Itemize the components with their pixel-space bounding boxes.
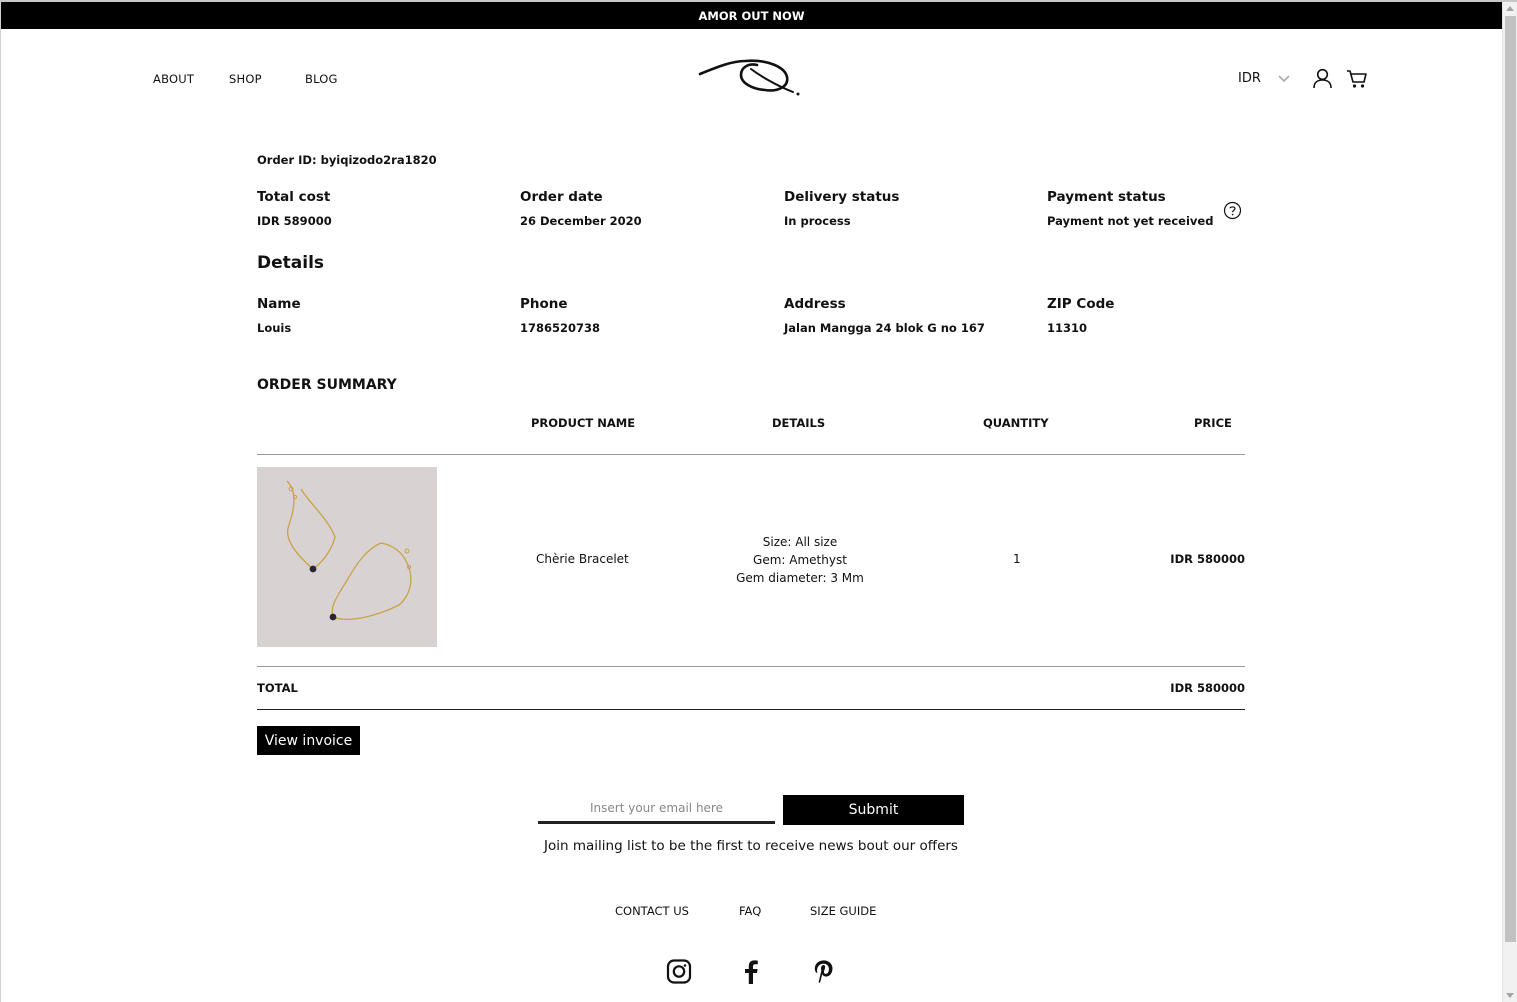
order-date-label: Order date — [520, 189, 603, 205]
product-price: IDR 580000 — [1170, 552, 1245, 566]
detail-gem-diameter: Gem diameter: 3 Mm — [736, 571, 864, 585]
column-header-quantity: QUANTITY — [983, 416, 1049, 430]
product-details: Size: All size Gem: Amethyst Gem diamete… — [720, 533, 880, 587]
newsletter-submit-button[interactable]: Submit — [783, 795, 964, 825]
footer-size-guide[interactable]: SIZE GUIDE — [810, 904, 876, 918]
page-scrollbar[interactable] — [1502, 2, 1517, 1002]
name-label: Name — [257, 296, 301, 312]
bracelet-photo — [257, 467, 437, 647]
scroll-down-arrow[interactable] — [1506, 993, 1514, 998]
brand-logo[interactable] — [697, 55, 803, 101]
pinterest-icon[interactable] — [810, 958, 836, 985]
window-left-border — [0, 2, 1, 1002]
announcement-text: AMOR OUT NOW — [698, 8, 805, 23]
order-id: Order ID: byiqizodo2ra1820 — [257, 153, 437, 167]
total-cost-value: IDR 589000 — [257, 214, 332, 228]
total-label: TOTAL — [257, 681, 298, 695]
view-invoice-button[interactable]: View invoice — [257, 726, 360, 755]
column-header-product: PRODUCT NAME — [531, 416, 636, 430]
facebook-icon[interactable] — [738, 958, 764, 985]
phone-value: 1786520738 — [520, 321, 601, 335]
nav-shop[interactable]: SHOP — [229, 72, 262, 86]
instagram-icon[interactable] — [666, 958, 692, 985]
name-value: Louis — [257, 321, 292, 335]
cart-icon[interactable] — [1346, 68, 1368, 89]
total-value: IDR 580000 — [1170, 681, 1245, 695]
question-circle-icon[interactable] — [1223, 201, 1242, 220]
currency-select[interactable]: IDR — [1238, 71, 1261, 86]
newsletter-email-input[interactable] — [538, 795, 775, 821]
address-value: Jalan Mangga 24 blok G no 167 — [784, 321, 985, 335]
zip-value: 11310 — [1047, 321, 1088, 335]
nav-about[interactable]: ABOUT — [153, 72, 194, 86]
total-cost-label: Total cost — [257, 189, 331, 205]
chevron-down-icon[interactable] — [1277, 73, 1291, 83]
product-name: Chèrie Bracelet — [536, 552, 629, 566]
delivery-status-label: Delivery status — [784, 189, 900, 205]
zip-label: ZIP Code — [1047, 296, 1115, 312]
footer-faq[interactable]: FAQ — [739, 904, 761, 918]
column-header-price: PRICE — [1194, 416, 1232, 430]
detail-gem: Gem: Amethyst — [753, 553, 847, 567]
user-icon[interactable] — [1312, 68, 1333, 89]
phone-label: Phone — [520, 296, 568, 312]
delivery-status-value: In process — [784, 214, 851, 228]
newsletter-email-wrapper — [538, 795, 775, 824]
scrollbar-thumb[interactable] — [1505, 16, 1516, 942]
payment-status-value: Payment not yet received — [1047, 214, 1214, 228]
scroll-up-arrow[interactable] — [1506, 6, 1514, 11]
table-divider-bottom — [257, 666, 1245, 667]
newsletter-text: Join mailing list to be the first to rec… — [544, 838, 958, 854]
details-heading: Details — [257, 253, 325, 273]
order-summary-heading: ORDER SUMMARY — [257, 377, 397, 393]
detail-size: Size: All size — [762, 535, 838, 549]
column-header-details: DETAILS — [772, 416, 826, 430]
announcement-bar[interactable]: AMOR OUT NOW — [1, 2, 1502, 29]
table-divider-top — [257, 454, 1245, 455]
address-label: Address — [784, 296, 846, 312]
total-divider — [257, 709, 1245, 710]
product-quantity: 1 — [1013, 552, 1021, 566]
footer-contact-us[interactable]: CONTACT US — [615, 904, 689, 918]
product-image[interactable] — [257, 467, 437, 647]
payment-status-label: Payment status — [1047, 189, 1166, 205]
nav-blog[interactable]: BLOG — [305, 72, 338, 86]
order-date-value: 26 December 2020 — [520, 214, 642, 228]
